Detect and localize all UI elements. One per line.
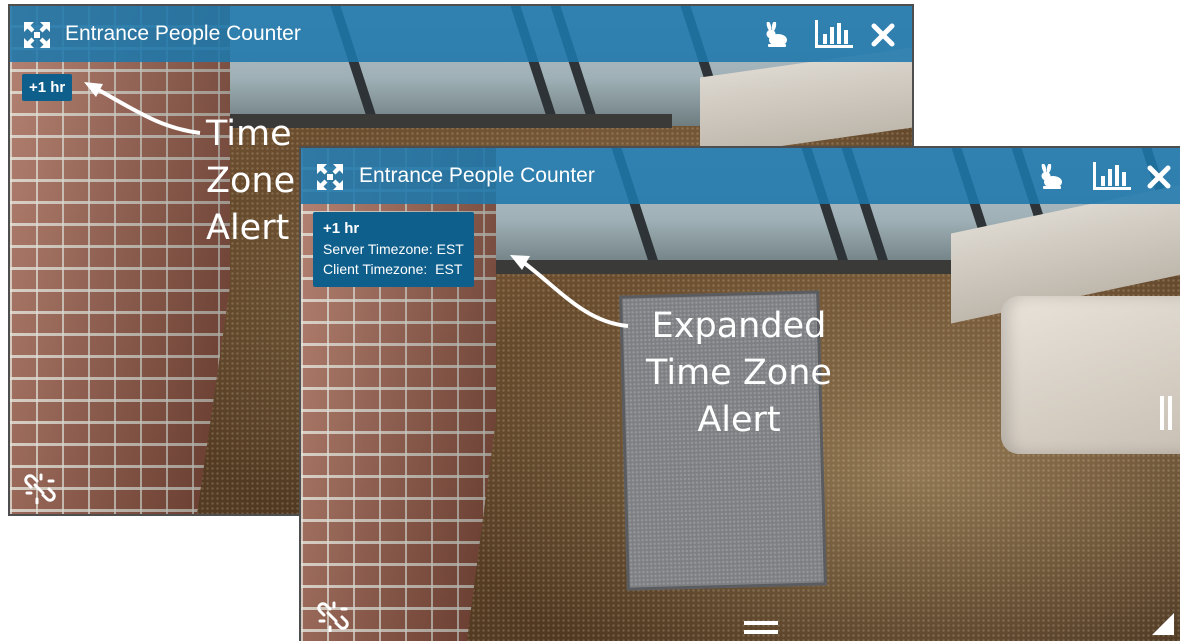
annotation-expanded-time-zone-alert: Expanded Time Zone Alert <box>646 306 832 440</box>
annotation-arrow-front <box>510 255 629 328</box>
